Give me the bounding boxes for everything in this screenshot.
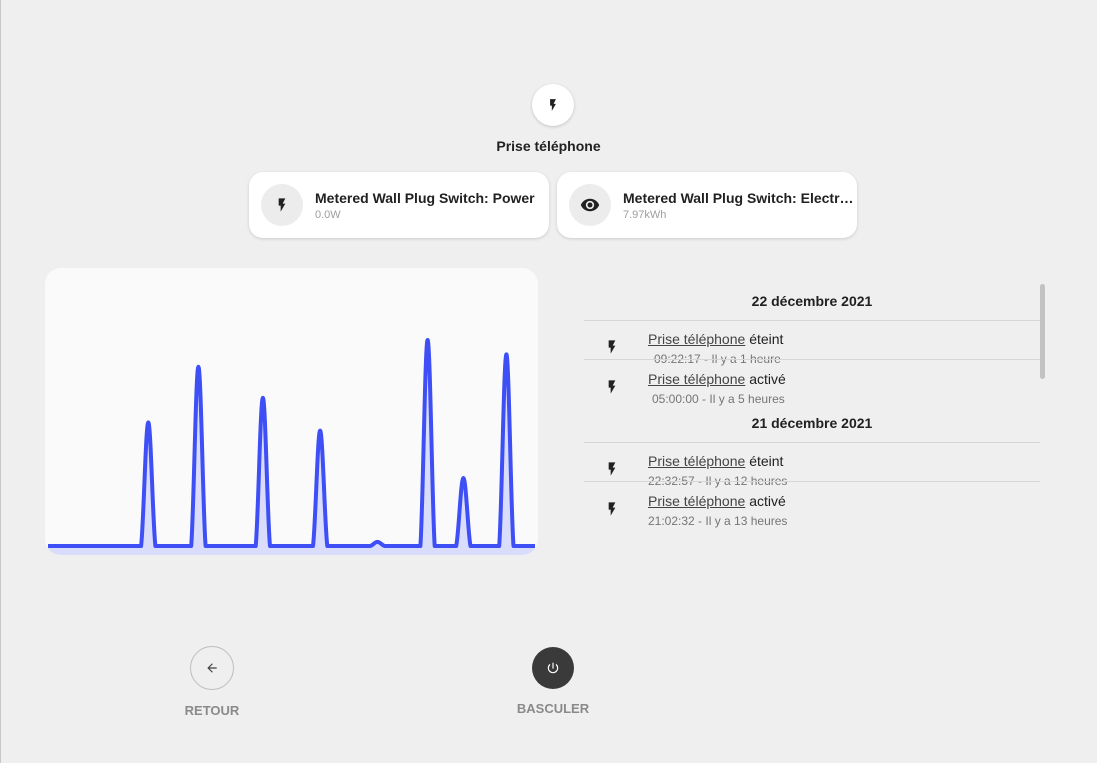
back-button[interactable]	[190, 646, 234, 690]
logbook[interactable]: 22 décembre 2021 Prise téléphone éteint …	[584, 284, 1040, 544]
card-name: Metered Wall Plug Switch: Electric ...	[623, 189, 857, 206]
power-icon	[547, 662, 559, 674]
device-title: Prise téléphone	[496, 138, 601, 154]
toggle-button[interactable]	[532, 647, 574, 689]
toggle-label[interactable]: BASCULER	[493, 701, 613, 716]
logbook-entry: Prise téléphone éteint 22:32:57 - Il y a…	[584, 453, 1040, 493]
card-name: Metered Wall Plug Switch: Power	[315, 189, 535, 206]
chart-svg	[48, 338, 535, 555]
logbook-date-heading: 21 décembre 2021	[751, 415, 873, 431]
flash-icon	[608, 462, 616, 476]
logbook-entry: Prise téléphone activé 05:00:00 - Il y a…	[584, 371, 1040, 411]
divider	[584, 320, 1040, 321]
flash-icon	[608, 380, 616, 394]
entry-time: 21:02:32 - Il y a 13 heures	[648, 514, 788, 528]
card-icon-circle	[569, 184, 611, 226]
divider	[584, 442, 1040, 443]
chart-area-fill	[48, 340, 535, 555]
entry-action: éteint	[749, 453, 784, 469]
entry-time: 05:00:00 - Il y a 5 heures	[652, 392, 785, 406]
flash-icon	[608, 502, 616, 516]
window-edge	[0, 0, 1, 763]
entry-action: activé	[749, 493, 786, 509]
flash-icon	[550, 99, 556, 111]
energy-sensor-card[interactable]: Metered Wall Plug Switch: Electric ... 7…	[557, 172, 857, 238]
entity-link[interactable]: Prise téléphone	[648, 493, 745, 509]
power-history-chart[interactable]	[45, 268, 538, 555]
entity-link[interactable]: Prise téléphone	[648, 371, 745, 387]
card-value: 7.97kWh	[623, 208, 667, 221]
divider	[584, 481, 1040, 482]
arrow-left-icon	[207, 663, 217, 673]
card-value: 0.0W	[315, 208, 341, 221]
flash-icon	[608, 340, 616, 354]
device-icon-button[interactable]	[532, 84, 574, 126]
device-popup: Prise téléphone Metered Wall Plug Switch…	[0, 0, 1097, 763]
logbook-entry: Prise téléphone éteint 09:22:17 - Il y a…	[584, 331, 1040, 371]
entity-link[interactable]: Prise téléphone	[648, 331, 745, 347]
power-sensor-card[interactable]: Metered Wall Plug Switch: Power 0.0W	[249, 172, 549, 238]
entry-action: activé	[749, 371, 786, 387]
entry-action: éteint	[749, 331, 784, 347]
entity-link[interactable]: Prise téléphone	[648, 453, 745, 469]
flash-icon	[278, 198, 286, 212]
divider	[584, 359, 1040, 360]
logbook-entry: Prise téléphone activé 21:02:32 - Il y a…	[584, 493, 1040, 533]
logbook-scrollbar[interactable]	[1040, 284, 1045, 379]
logbook-date-heading: 22 décembre 2021	[751, 293, 873, 309]
card-icon-circle	[261, 184, 303, 226]
back-label[interactable]: RETOUR	[162, 703, 262, 718]
eye-icon	[580, 198, 600, 212]
